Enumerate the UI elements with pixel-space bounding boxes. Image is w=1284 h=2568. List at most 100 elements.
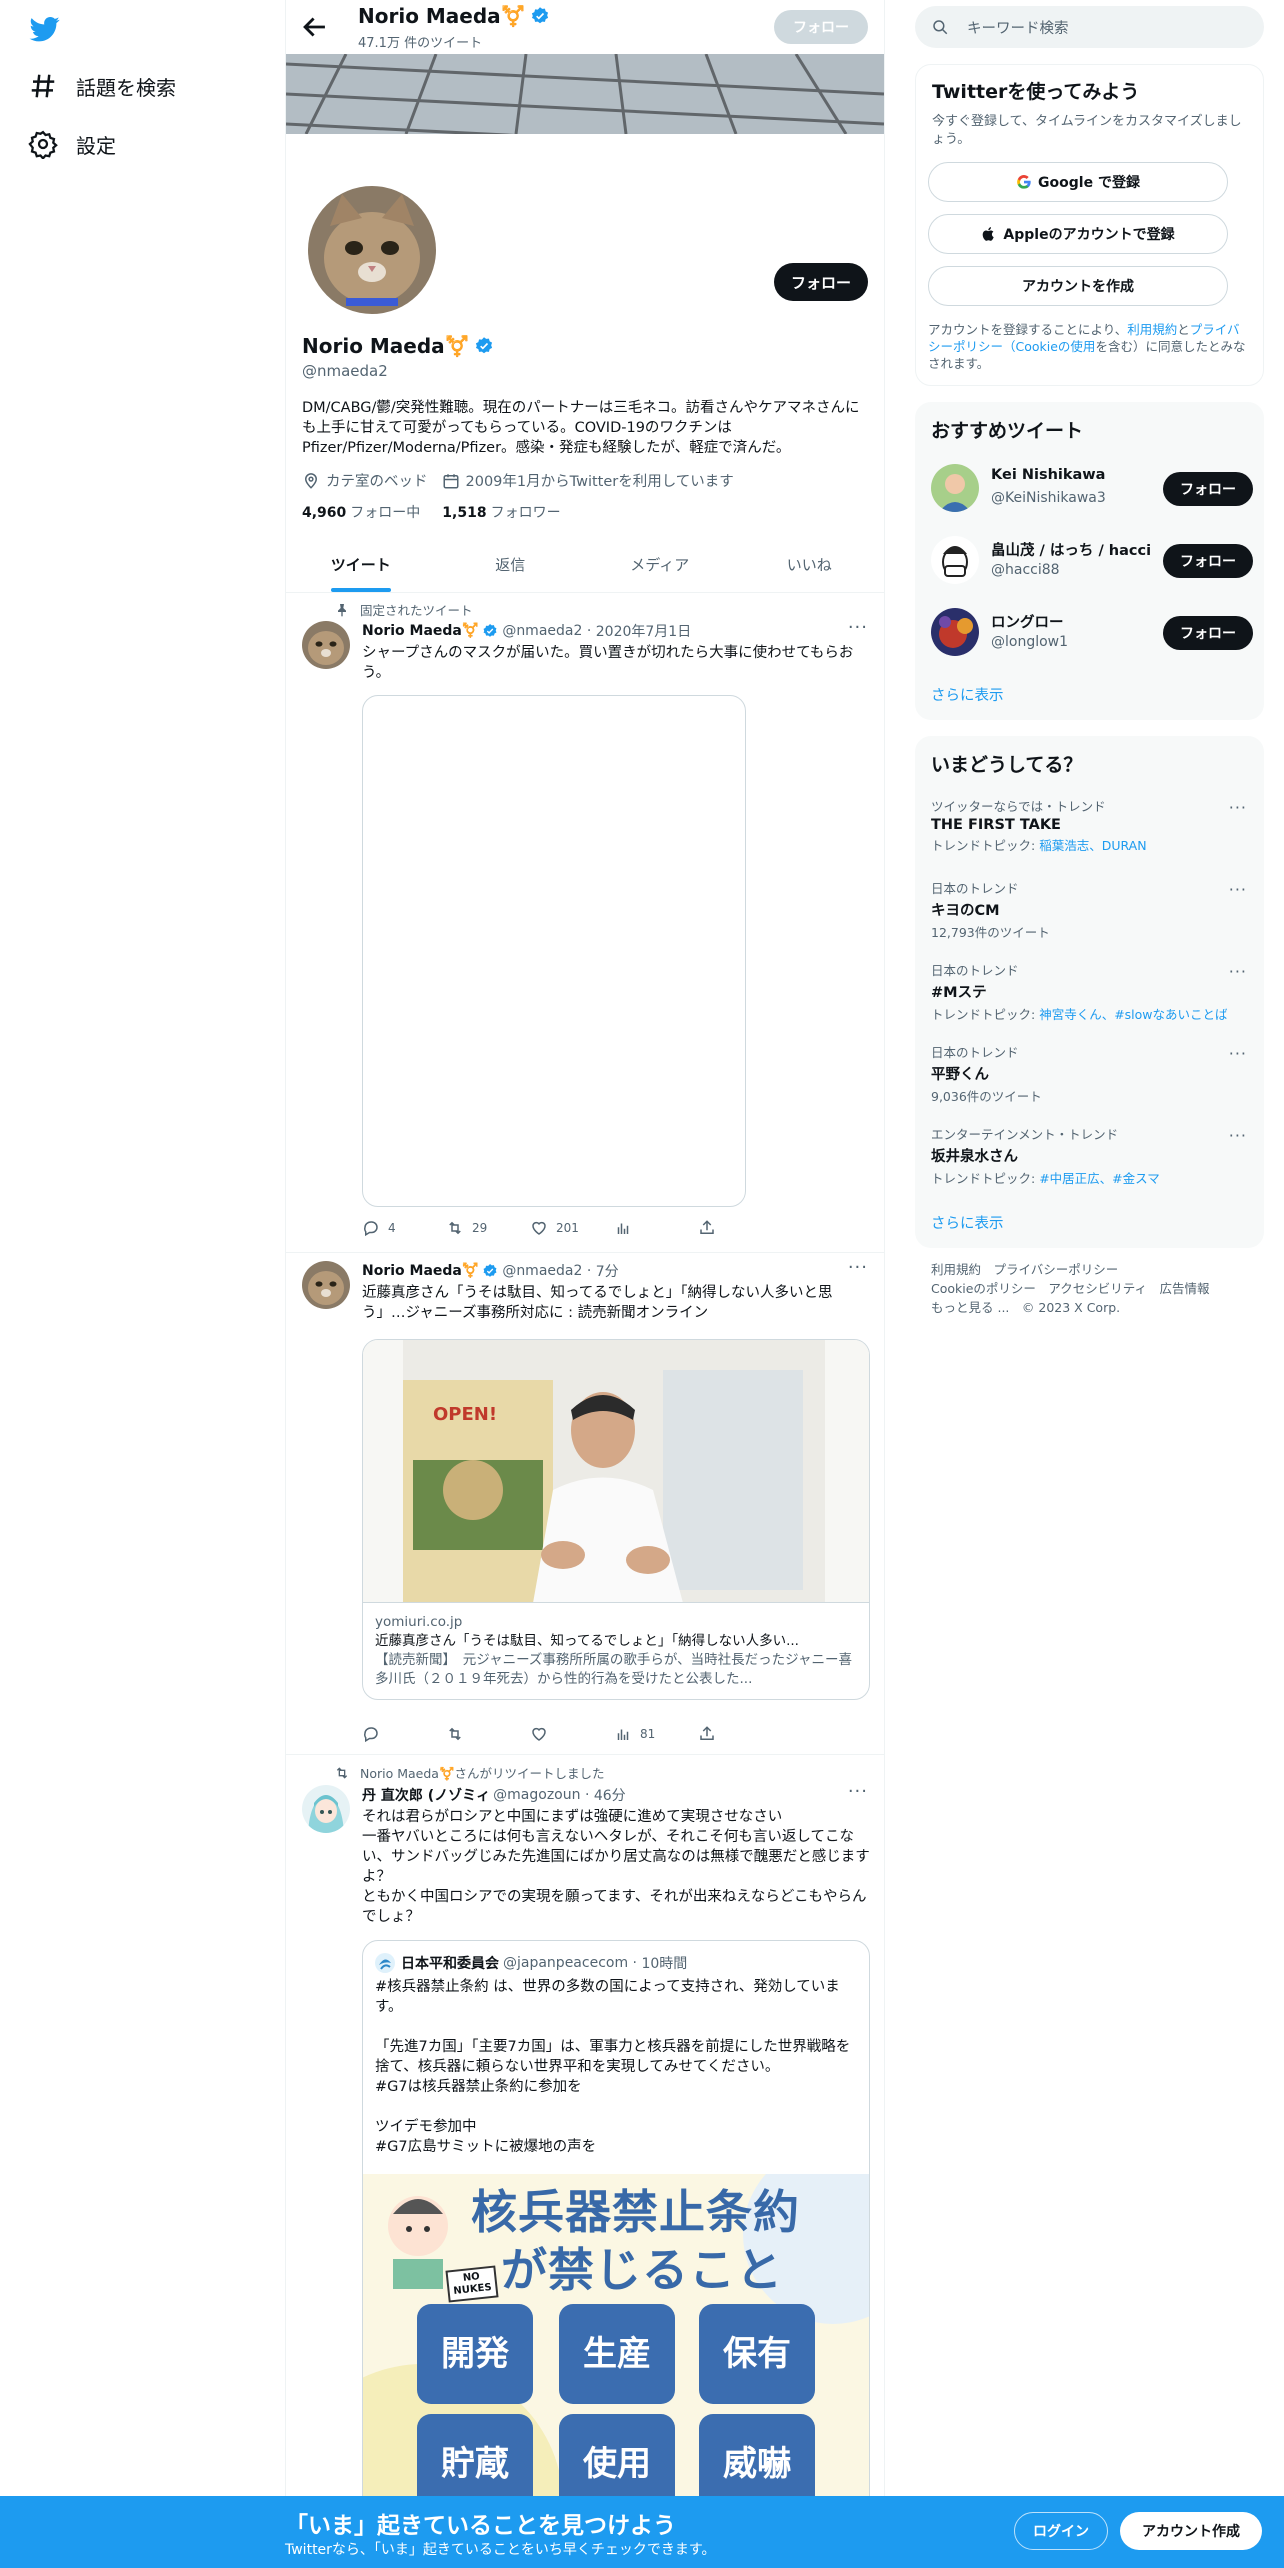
tweet-author-handle: @nmaeda2 — [502, 1263, 583, 1279]
tweet-pinned[interactable]: 固定されたツイート Norio Maeda⚧️ @nmaeda2 · 2020年… — [286, 593, 884, 1253]
user-handle: @KeiNishikawa3 — [991, 490, 1106, 506]
trend-sub-links[interactable]: 稲葉浩志、DURAN — [1039, 838, 1146, 853]
follow-button[interactable]: フォロー — [1163, 544, 1253, 578]
trend-sub: トレンドトピック: 稲葉浩志、DURAN — [931, 835, 1247, 854]
more-dots-icon[interactable]: ··· — [1229, 962, 1247, 981]
more-dots-icon[interactable]: ··· — [848, 617, 868, 638]
trend-item[interactable]: 日本のトレンド 平野くん 9,036件のツイート ··· — [931, 1042, 1247, 1112]
link-card-title: 近藤真彦さん「うそは駄目、知ってるでしょと」「納得しない人多い... — [375, 1633, 799, 1649]
reply-button[interactable] — [362, 1725, 446, 1743]
retweet-button[interactable] — [446, 1725, 530, 1743]
pinned-context: 固定されたツイート — [334, 600, 473, 619]
more-dots-icon[interactable]: ··· — [848, 1781, 868, 1802]
tweet-news[interactable]: Norio Maeda⚧️ @nmaeda2 · 7分 ··· 近藤真彦さん「う… — [286, 1253, 884, 1755]
heart-icon — [530, 1219, 556, 1237]
trend-category: 日本のトレンド — [931, 963, 1019, 978]
tab-media[interactable]: メディア — [585, 540, 735, 592]
more-dots-icon[interactable]: ··· — [1229, 880, 1247, 899]
reply-count: 4 — [388, 1221, 396, 1235]
share-button[interactable] — [698, 1219, 782, 1237]
tweet-avatar[interactable] — [302, 621, 350, 669]
recommend-user[interactable]: 畠山茂 / はっち / hacci @hacci88 フォロー — [931, 536, 1253, 586]
tweet-author-name[interactable]: 丹 直次郎 (ノゾミィ — [362, 1785, 490, 1805]
more-dots-icon[interactable]: ··· — [1229, 798, 1247, 817]
trend-item[interactable]: エンターテインメント・トレンド 坂井泉水さん トレンドトピック: #中居正広、#… — [931, 1124, 1247, 1194]
tweet-time[interactable]: 2020年7月1日 — [596, 621, 691, 641]
tab-likes[interactable]: いいね — [735, 540, 885, 592]
tweet-media[interactable] — [362, 695, 746, 1207]
search-input[interactable]: キーワード検索 — [915, 6, 1264, 48]
signup-terms: アカウントを登録することにより、利用規約とプライバシーポリシー（Cookieの使… — [928, 321, 1248, 372]
trend-sub-links[interactable]: #中居正広、#金スマ — [1039, 1171, 1160, 1186]
right-sidebar: キーワード検索 Twitterを使ってみよう 今すぐ登録して、タイムラインをカス… — [915, 0, 1265, 2568]
tab-replies[interactable]: 返信 — [436, 540, 586, 592]
like-button[interactable]: 201 — [530, 1219, 614, 1237]
follow-button[interactable]: フォロー — [1163, 616, 1253, 650]
more-dots-icon[interactable]: ··· — [1229, 1044, 1247, 1063]
create-account-button[interactable]: アカウントを作成 — [928, 266, 1228, 306]
tweet-author-name[interactable]: Norio Maeda⚧️ — [362, 1263, 479, 1279]
trend-item[interactable]: 日本のトレンド キヨのCM 12,793件のツイート ··· — [931, 878, 1247, 948]
follow-button[interactable]: フォロー — [1163, 472, 1253, 506]
link-card[interactable]: OPEN! yomiuri.co.jp 近藤真彦さん「うそは駄目、知ってるでしょ… — [362, 1339, 870, 1700]
views-count: 81 — [640, 1727, 656, 1741]
back-arrow-icon[interactable] — [298, 10, 332, 44]
prohibition-box: 生産 — [559, 2304, 675, 2404]
login-button[interactable]: ログイン — [1014, 2512, 1108, 2550]
reply-icon — [362, 1219, 388, 1237]
trend-sub-links[interactable]: 神宮寺くん、#slowなあいことば — [1039, 1007, 1227, 1022]
quoted-tweet[interactable]: 日本平和委員会 @japanpeacecom · 10時間 #核兵器禁止条約 は… — [362, 1940, 870, 2568]
profile-avatar[interactable] — [304, 182, 440, 318]
following-link[interactable]: 4,960 フォロー中 — [302, 502, 420, 522]
twitter-bird-icon[interactable] — [28, 14, 62, 44]
trend-item[interactable]: 日本のトレンド #Mステ トレンドトピック: 神宮寺くん、#slowなあいことば… — [931, 960, 1247, 1030]
topbar-follow-button[interactable]: フォロー — [774, 10, 868, 44]
profile-handle: @nmaeda2 — [302, 362, 388, 380]
nav-explore[interactable]: 話題を検索 — [28, 66, 176, 106]
more-dots-icon[interactable]: ··· — [1229, 1126, 1247, 1145]
user-avatar[interactable] — [931, 608, 979, 656]
pin-icon — [334, 602, 360, 618]
views-button[interactable] — [614, 1219, 698, 1237]
tweet-avatar[interactable] — [302, 1261, 350, 1309]
views-button[interactable]: 81 — [614, 1725, 698, 1743]
main-column: Norio Maeda⚧️ 47.1万 件のツイート フォロー フォロー Nor… — [285, 0, 885, 2568]
footer-line-3[interactable]: もっと見る ... © 2023 X Corp. — [931, 1298, 1251, 1317]
tab-tweets[interactable]: ツイート — [286, 540, 436, 592]
user-avatar[interactable] — [931, 464, 979, 512]
signup-subtitle: 今すぐ登録して、タイムラインをカスタマイズしましょう。 — [932, 114, 1242, 147]
share-button[interactable] — [698, 1725, 782, 1743]
more-dots-icon[interactable]: ··· — [848, 1257, 868, 1278]
google-signup-button[interactable]: Google で登録 — [928, 162, 1228, 202]
dot-separator: · — [582, 1263, 596, 1279]
recommend-user[interactable]: ロングロー @longlow1 フォロー — [931, 608, 1253, 658]
recommend-user[interactable]: Kei Nishikawa @KeiNishikawa3 フォロー — [931, 464, 1253, 514]
retweet-count: 29 — [472, 1221, 488, 1235]
recommend-show-more[interactable]: さらに表示 — [931, 684, 1004, 705]
profile-banner[interactable] — [286, 54, 884, 134]
tweet-avatar[interactable] — [302, 1785, 350, 1833]
tweet-time[interactable]: 46分 — [594, 1785, 626, 1805]
trends-show-more[interactable]: さらに表示 — [931, 1212, 1004, 1233]
profile-location-text: カテ室のベッド — [326, 474, 428, 490]
reply-button[interactable]: 4 — [362, 1219, 446, 1237]
footer-line-1[interactable]: 利用規約 プライバシーポリシー — [931, 1260, 1251, 1279]
profile-follow-button[interactable]: フォロー — [774, 263, 868, 301]
tweet-retweet[interactable]: Norio Maeda⚧️さんがリツイートしました 丹 直次郎 (ノゾミィ @m… — [286, 1755, 884, 2568]
footer-line-2[interactable]: Cookieのポリシー アクセシビリティ 広告情報 — [931, 1279, 1251, 1298]
followers-link[interactable]: 1,518 フォロワー — [442, 502, 560, 522]
trend-item[interactable]: ツイッターならでは・トレンド THE FIRST TAKE トレンドトピック: … — [931, 796, 1247, 866]
nav-settings[interactable]: 設定 — [28, 124, 116, 164]
retweet-context-text[interactable]: Norio Maeda⚧️さんがリツイートしました — [360, 1763, 605, 1782]
retweet-button[interactable]: 29 — [446, 1219, 530, 1237]
user-avatar[interactable] — [931, 536, 979, 584]
like-button[interactable] — [530, 1725, 614, 1743]
apple-signup-button[interactable]: Appleのアカウントで登録 — [928, 214, 1228, 254]
tweet-author-name[interactable]: Norio Maeda⚧️ — [362, 623, 479, 639]
tweet-time[interactable]: 7分 — [596, 1261, 619, 1281]
terms-link[interactable]: 利用規約 — [1127, 322, 1177, 337]
signup-button[interactable]: アカウント作成 — [1120, 2512, 1262, 2550]
google-signup-label: Google で登録 — [1038, 175, 1140, 191]
retweet-icon — [446, 1219, 472, 1237]
profile-topbar: Norio Maeda⚧️ 47.1万 件のツイート フォロー — [286, 0, 884, 54]
